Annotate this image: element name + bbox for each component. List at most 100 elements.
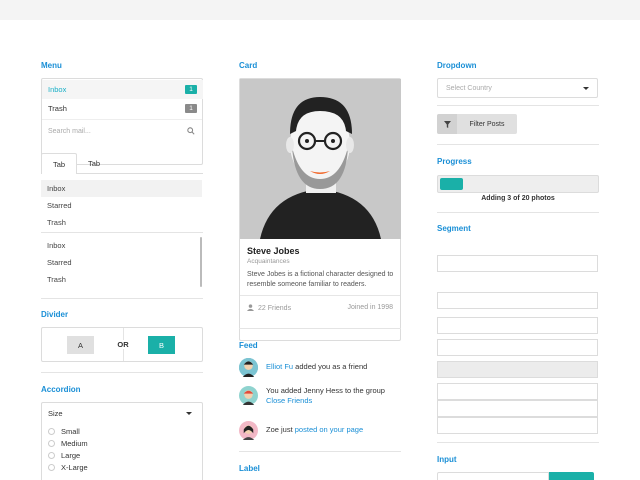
radio-small[interactable]: Small xyxy=(48,427,80,436)
trash-count-badge: 1 xyxy=(185,104,197,113)
feed-text: added you as a friend xyxy=(293,362,368,371)
filter-label: Filter Posts xyxy=(469,120,505,128)
vertical-menu: Inbox 1 Trash 1 Search mail... xyxy=(41,78,203,165)
segment xyxy=(437,317,598,334)
progress-bar xyxy=(437,175,599,193)
button-a[interactable]: A xyxy=(67,336,94,354)
feed-group-link[interactable]: Close Friends xyxy=(266,396,385,406)
user-icon xyxy=(247,304,254,313)
radio-circle[interactable] xyxy=(48,452,55,459)
tab-2[interactable]: Tab xyxy=(77,153,111,174)
top-bar xyxy=(0,0,640,20)
section-rule xyxy=(437,105,599,106)
country-dropdown[interactable]: Select Country xyxy=(437,78,598,98)
section-rule xyxy=(239,451,401,452)
radio-label: Small xyxy=(61,427,80,436)
filter-icon xyxy=(437,114,457,134)
divider-box: A OR B xyxy=(41,327,203,362)
or-label: OR xyxy=(112,340,134,349)
caret-down-icon[interactable] xyxy=(186,412,192,415)
card-title: Card xyxy=(239,61,258,70)
tab-1[interactable]: Tab xyxy=(41,153,77,174)
radio-medium[interactable]: Medium xyxy=(48,439,88,448)
radio-label: Medium xyxy=(61,439,88,448)
feed-post-link[interactable]: posted on your page xyxy=(295,425,363,434)
section-rule xyxy=(437,212,599,213)
segment-secondary xyxy=(437,361,598,378)
accordion-box: Size Small Medium Large X-Large xyxy=(41,402,203,480)
avatar-illustration xyxy=(240,79,401,239)
radio-circle[interactable] xyxy=(48,464,55,471)
section-rule xyxy=(239,328,401,329)
card-divider xyxy=(240,295,400,296)
search-icon[interactable] xyxy=(187,127,195,137)
search-input[interactable]: Search mail... xyxy=(42,120,203,143)
menu-item-label: Inbox xyxy=(48,85,67,94)
feed-title: Feed xyxy=(239,341,258,350)
segment xyxy=(437,417,598,434)
input-title: Input xyxy=(437,455,457,464)
search-placeholder: Search mail... xyxy=(48,128,91,135)
profile-card[interactable]: Steve Jobes Acquaintances Steve Jobes is… xyxy=(239,78,401,341)
segment xyxy=(437,255,598,272)
section-rule xyxy=(41,372,203,373)
list-item-starred[interactable]: Starred xyxy=(41,197,202,214)
segment xyxy=(437,400,598,417)
section-rule xyxy=(437,442,599,443)
feed-event: You added Jenny Hess to the group Close … xyxy=(239,386,385,406)
friends-count: 22 Friends xyxy=(258,305,292,312)
menu-item-inbox[interactable]: Inbox 1 xyxy=(42,80,203,99)
menu-title: Menu xyxy=(41,61,62,70)
segment xyxy=(437,292,598,309)
accordion-title: Accordion xyxy=(41,385,81,394)
radio-large[interactable]: Large xyxy=(48,451,80,460)
segment xyxy=(437,383,598,400)
card-description: Steve Jobes is a fictional character des… xyxy=(247,271,394,288)
list-item-inbox[interactable]: Inbox xyxy=(41,237,202,254)
avatar[interactable] xyxy=(239,358,258,377)
text-input[interactable] xyxy=(437,472,549,480)
menu-item-label: Trash xyxy=(48,104,67,113)
inbox-count-badge: 1 xyxy=(185,85,197,94)
list-item-trash[interactable]: Trash xyxy=(41,214,202,231)
caret-down-icon[interactable] xyxy=(583,87,589,90)
dropdown-placeholder: Select Country xyxy=(446,85,492,92)
feed-text: You added Jenny Hess to the group xyxy=(266,386,385,395)
radio-label: X-Large xyxy=(61,463,88,472)
progress-title: Progress xyxy=(437,157,472,166)
label-title: Label xyxy=(239,464,260,473)
segment xyxy=(437,339,598,356)
avatar[interactable] xyxy=(239,386,258,405)
radio-circle[interactable] xyxy=(48,440,55,447)
radio-label: Large xyxy=(61,451,81,460)
list-item-starred[interactable]: Starred xyxy=(41,254,202,271)
radio-x-large[interactable]: X-Large xyxy=(48,463,88,472)
feed-event: Elliot Fu added you as a friend xyxy=(239,358,367,377)
feed-event: Zoe just posted on your page xyxy=(239,421,363,440)
button-b[interactable]: B xyxy=(148,336,175,354)
card-friends[interactable]: 22 Friends xyxy=(247,304,291,313)
tab-underline xyxy=(77,173,203,174)
scrollbar[interactable] xyxy=(200,237,202,287)
radio-circle[interactable] xyxy=(48,428,55,435)
avatar[interactable] xyxy=(239,421,258,440)
card-meta: Acquaintances xyxy=(247,258,290,265)
menu-item-trash[interactable]: Trash 1 xyxy=(42,99,203,118)
dropdown-title: Dropdown xyxy=(437,61,477,70)
input-action-button[interactable] xyxy=(549,472,594,480)
progress-fill xyxy=(440,178,463,190)
feed-text: Zoe just xyxy=(266,425,295,434)
divider-title: Divider xyxy=(41,310,69,319)
list-divider xyxy=(41,232,203,233)
card-joined: Joined in 1998 xyxy=(347,304,393,311)
section-rule xyxy=(437,144,599,145)
list-item-inbox[interactable]: Inbox xyxy=(41,180,202,197)
section-rule xyxy=(41,298,203,299)
segment-title: Segment xyxy=(437,224,471,233)
feed-user-link[interactable]: Elliot Fu xyxy=(266,362,293,371)
accordion-header[interactable]: Size xyxy=(48,409,63,418)
list-item-trash[interactable]: Trash xyxy=(41,271,202,288)
progress-caption: Adding 3 of 20 photos xyxy=(481,195,555,202)
card-header: Steve Jobes xyxy=(247,246,300,256)
filter-posts-button[interactable]: Filter Posts xyxy=(437,114,517,134)
